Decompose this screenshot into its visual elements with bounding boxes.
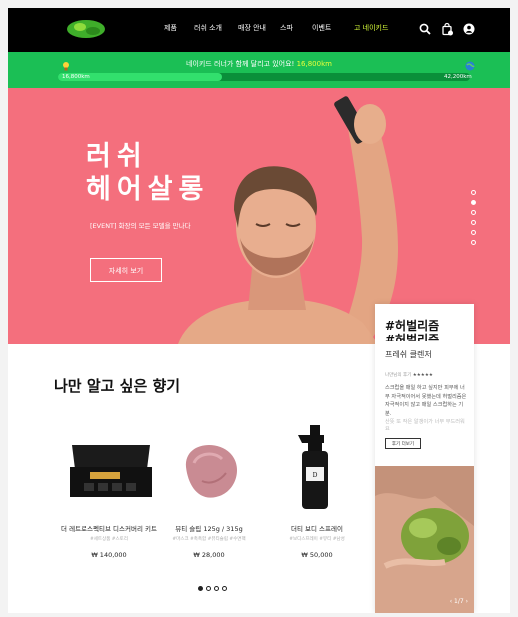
hero-title-line2: 헤어살롱	[86, 174, 210, 205]
product-image	[154, 423, 264, 509]
product-image	[54, 423, 164, 509]
hero-title-line1: 러쉬	[86, 141, 148, 172]
product-image: D	[262, 423, 372, 509]
product-page-dot[interactable]	[198, 586, 203, 591]
review-image[interactable]: ‹ 1/7 ›	[375, 466, 474, 613]
review-hashtag-shadow: #허벌리즘	[385, 333, 440, 341]
runner-message-text: 네이키드 러너가 함께 달리고 있어요!	[186, 60, 295, 68]
nav-item-go-naked[interactable]: 고 네이키드	[354, 23, 388, 33]
review-panel: #허벌리즘 #허벌리즘 프레쉬 클렌저 나만님의 후기 ★★★★★ 스크럽을 매…	[375, 304, 474, 613]
page: 제품 러쉬 소개 매장 안내 스파 이벤트 고 네이키드 네이키드 러너가 함께…	[8, 8, 510, 613]
product-price: ₩ 140,000	[91, 551, 127, 559]
review-pager[interactable]: ‹ 1/7 ›	[450, 598, 468, 605]
product-price: ₩ 50,000	[301, 551, 333, 559]
review-stars: ★★★★★	[412, 373, 433, 378]
lush-logo[interactable]	[66, 18, 106, 40]
runner-end-km: 42,200km	[444, 74, 472, 80]
hero-slide-dot[interactable]	[471, 210, 476, 215]
user-icon[interactable]	[462, 21, 476, 35]
review-fade-text: 산뜻 또 작은 알갱이가 너무 부드러워요	[385, 419, 465, 432]
review-author: 나만님의 후기	[385, 373, 412, 378]
top-nav: 제품 러쉬 소개 매장 안내 스파 이벤트 고 네이키드	[8, 8, 510, 52]
hero-slide-dot[interactable]	[471, 190, 476, 195]
globe-icon	[465, 56, 475, 71]
nav-item-products[interactable]: 제품	[164, 23, 177, 33]
product-tags: #마스크 #촉촉함 #뷰티슬립 #수면팩	[172, 537, 246, 542]
product-card[interactable]: D 더티 보디 스프레이 #보디스프레이 #뷰티 #남성 ₩ 50,000	[262, 423, 372, 559]
search-icon[interactable]	[418, 21, 432, 35]
nav-item-events[interactable]: 이벤트	[312, 23, 331, 33]
review-product-name: 프레쉬 클렌저	[385, 350, 432, 359]
product-page-dot[interactable]	[222, 586, 227, 591]
hero-model-image	[178, 96, 398, 344]
hero-slide-dot[interactable]	[471, 200, 476, 205]
review-body: 스크럽을 매일 하고 싶지만 피부에 너무 자극적이어서 못했는데 허벌리즘은 …	[385, 385, 467, 417]
hero-slide-dot[interactable]	[471, 220, 476, 225]
hero-slide-indicator	[471, 190, 477, 250]
hero-slide-dot[interactable]	[471, 230, 476, 235]
nav-item-spa[interactable]: 스파	[280, 23, 293, 33]
product-name[interactable]: 뷰티 슬립 125g / 315g	[154, 523, 264, 533]
runner-progress-banner[interactable]: 네이키드 러너가 함께 달리고 있어요! 16,800km 16,800km 4…	[8, 52, 510, 88]
product-name[interactable]: 더 레트로스펙티브 디스커버리 키트	[54, 523, 164, 533]
review-more-button[interactable]: 후기 더보기	[385, 438, 421, 449]
runner-message-km: 16,800km	[296, 60, 332, 68]
bag-icon[interactable]	[440, 21, 454, 36]
hero-detail-button[interactable]: 자세히 보기	[90, 258, 162, 282]
hero-slide-dot[interactable]	[471, 240, 476, 245]
product-page-dot[interactable]	[206, 586, 211, 591]
product-name[interactable]: 더티 보디 스프레이	[262, 523, 372, 533]
product-page-dot[interactable]	[214, 586, 219, 591]
nav-item-about[interactable]: 러쉬 소개	[194, 23, 222, 33]
runner-message: 네이키드 러너가 함께 달리고 있어요! 16,800km	[8, 59, 510, 69]
product-tags: #보디스프레이 #뷰티 #남성	[289, 537, 345, 542]
review-meta: 나만님의 후기 ★★★★★	[385, 372, 433, 378]
product-card[interactable]: 더 레트로스펙티브 디스커버리 키트 #세트상품 #스토리 ₩ 140,000	[54, 423, 164, 559]
runner-progress-track	[58, 73, 470, 81]
product-tags: #세트상품 #스토리	[90, 537, 128, 542]
section-title: 나만 알고 싶은 향기	[54, 377, 181, 395]
product-carousel-indicator	[198, 586, 238, 592]
hero-subtitle: [EVENT] 화장의 모든 모델을 만나다	[90, 222, 191, 230]
svg-text:D: D	[313, 472, 318, 479]
nav-item-stores[interactable]: 매장 안내	[238, 23, 266, 33]
runner-start-km: 16,800km	[62, 74, 90, 80]
product-price: ₩ 28,000	[193, 551, 225, 559]
hero-title: 러쉬 헤어살롱	[86, 140, 209, 206]
product-card[interactable]: 뷰티 슬립 125g / 315g #마스크 #촉촉함 #뷰티슬립 #수면팩 ₩…	[154, 423, 264, 559]
